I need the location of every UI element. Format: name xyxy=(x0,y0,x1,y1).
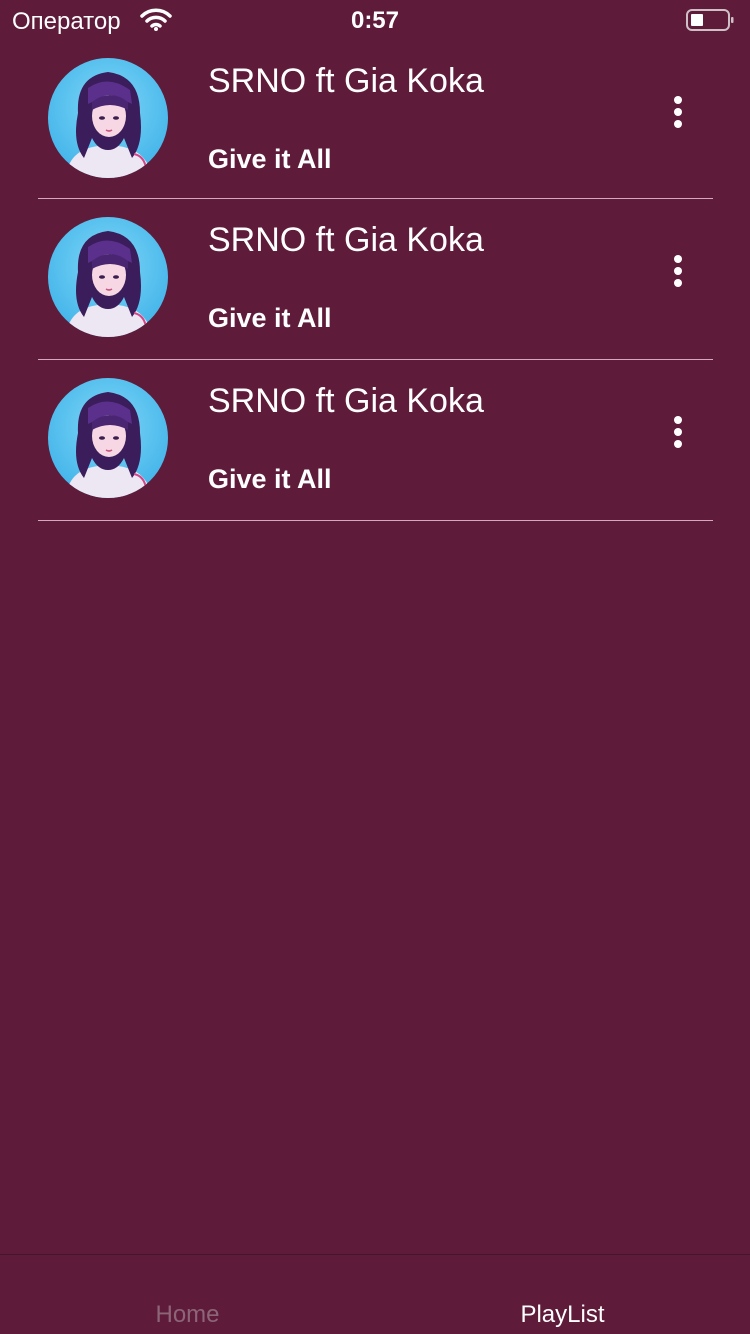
track-title: Give it All xyxy=(208,144,332,174)
battery-icon xyxy=(686,9,734,31)
track-avatar xyxy=(48,378,168,498)
more-vertical-icon[interactable] xyxy=(666,416,690,456)
track-artist: SRNO ft Gia Koka xyxy=(208,62,484,100)
track-row[interactable]: SRNO ft Gia Koka Give it All xyxy=(38,360,713,521)
track-avatar xyxy=(48,58,168,178)
tab-bar: Home PlayList xyxy=(0,1254,750,1334)
track-title: Give it All xyxy=(208,464,332,494)
tab-playlist[interactable]: PlayList xyxy=(375,1301,750,1329)
track-avatar xyxy=(48,217,168,337)
more-vertical-icon[interactable] xyxy=(666,255,690,295)
status-time: 0:57 xyxy=(350,7,400,34)
track-artist: SRNO ft Gia Koka xyxy=(208,382,484,420)
more-vertical-icon[interactable] xyxy=(666,96,690,136)
status-bar: Оператор 0:57 xyxy=(0,0,750,40)
track-artist: SRNO ft Gia Koka xyxy=(208,221,484,259)
tab-home[interactable]: Home xyxy=(0,1301,375,1329)
track-title: Give it All xyxy=(208,303,332,333)
track-row[interactable]: SRNO ft Gia Koka Give it All xyxy=(38,199,713,360)
track-row[interactable]: SRNO ft Gia Koka Give it All xyxy=(38,40,713,199)
playlist-track-list: SRNO ft Gia Koka Give it All SRNO ft Gia… xyxy=(38,40,713,521)
